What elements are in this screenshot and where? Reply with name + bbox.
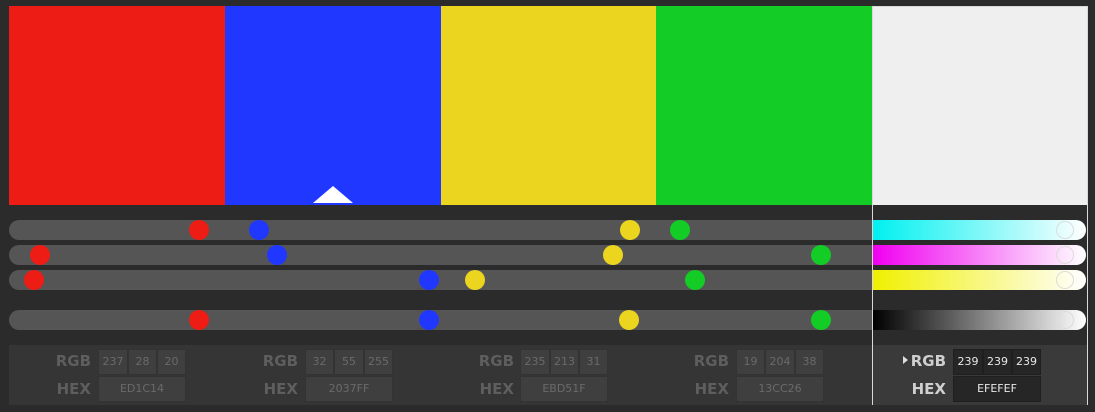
hex-field[interactable]: 2037FF bbox=[305, 376, 393, 402]
slider-handle-key-green[interactable] bbox=[811, 310, 831, 330]
swatch-red[interactable] bbox=[9, 6, 225, 205]
color-values-panel-red: RGB 237 28 20 HEX ED1C14 bbox=[9, 345, 225, 405]
color-values-panel-blue: RGB 32 55 255 HEX 2037FF bbox=[225, 345, 441, 405]
color-palette-editor: RGB 237 28 20 HEX ED1C14 RGB 32 55 255 H… bbox=[0, 0, 1095, 412]
hex-label: HEX bbox=[911, 380, 946, 398]
swatch-white[interactable] bbox=[872, 6, 1088, 205]
slider-handle-yellow-green[interactable] bbox=[685, 270, 705, 290]
hex-label: HEX bbox=[56, 380, 91, 398]
slider-handle-cyan-red[interactable] bbox=[189, 220, 209, 240]
slider-handle-cyan-yellow[interactable] bbox=[620, 220, 640, 240]
slider-handle-yellow-yellow[interactable] bbox=[465, 270, 485, 290]
slider-handle-key-yellow[interactable] bbox=[619, 310, 639, 330]
color-values-panel-green: RGB 19 204 38 HEX 13CC26 bbox=[656, 345, 872, 405]
rgb-b-field[interactable]: 255 bbox=[364, 349, 393, 375]
slider-handle-magenta-red[interactable] bbox=[30, 245, 50, 265]
rgb-g-field[interactable]: 213 bbox=[550, 349, 579, 375]
rgb-b-field[interactable]: 38 bbox=[795, 349, 824, 375]
rgb-g-field[interactable]: 28 bbox=[128, 349, 157, 375]
rgb-label: RGB bbox=[262, 352, 298, 370]
rgb-g-field[interactable]: 204 bbox=[765, 349, 795, 375]
rgb-label: RGB bbox=[55, 352, 91, 370]
slider-handle-yellow-red[interactable] bbox=[24, 270, 44, 290]
rgb-g-field[interactable]: 239 bbox=[983, 349, 1012, 375]
color-values-panel-white: RGB 239 239 239 HEX EFEFEF bbox=[872, 205, 1088, 405]
rgb-label: RGB bbox=[478, 352, 514, 370]
hex-field[interactable]: EFEFEF bbox=[953, 376, 1041, 402]
hex-field[interactable]: EBD51F bbox=[520, 376, 608, 402]
slider-handle-cyan-green[interactable] bbox=[670, 220, 690, 240]
slider-handle-magenta-blue[interactable] bbox=[267, 245, 287, 265]
rgb-r-field[interactable]: 235 bbox=[520, 349, 550, 375]
hex-field[interactable]: 13CC26 bbox=[736, 376, 824, 402]
slider-handle-key-blue[interactable] bbox=[419, 310, 439, 330]
rgb-r-field[interactable]: 19 bbox=[736, 349, 765, 375]
rgb-g-field[interactable]: 55 bbox=[334, 349, 364, 375]
rgb-r-field[interactable]: 32 bbox=[305, 349, 334, 375]
swatch-marker-filled-icon[interactable] bbox=[313, 186, 353, 203]
slider-handle-magenta-yellow[interactable] bbox=[603, 245, 623, 265]
color-values-panel-yellow: RGB 235 213 31 HEX EBD51F bbox=[441, 345, 656, 405]
swatch-green[interactable] bbox=[656, 6, 872, 205]
rgb-label: RGB bbox=[910, 352, 946, 370]
hex-label: HEX bbox=[694, 380, 729, 398]
swatch-yellow[interactable] bbox=[441, 6, 656, 205]
hex-field[interactable]: ED1C14 bbox=[98, 376, 186, 402]
rgb-b-field[interactable]: 239 bbox=[1012, 349, 1041, 375]
swatch-blue[interactable] bbox=[225, 6, 441, 205]
slider-handle-magenta-green[interactable] bbox=[811, 245, 831, 265]
hex-label: HEX bbox=[263, 380, 298, 398]
rgb-b-field[interactable]: 20 bbox=[157, 349, 186, 375]
slider-handle-key-red[interactable] bbox=[189, 310, 209, 330]
rgb-b-field[interactable]: 31 bbox=[579, 349, 608, 375]
slider-handle-cyan-blue[interactable] bbox=[249, 220, 269, 240]
rgb-label: RGB bbox=[693, 352, 729, 370]
rgb-r-field[interactable]: 239 bbox=[953, 349, 983, 375]
hex-label: HEX bbox=[479, 380, 514, 398]
slider-handle-yellow-blue[interactable] bbox=[419, 270, 439, 290]
rgb-r-field[interactable]: 237 bbox=[98, 349, 128, 375]
